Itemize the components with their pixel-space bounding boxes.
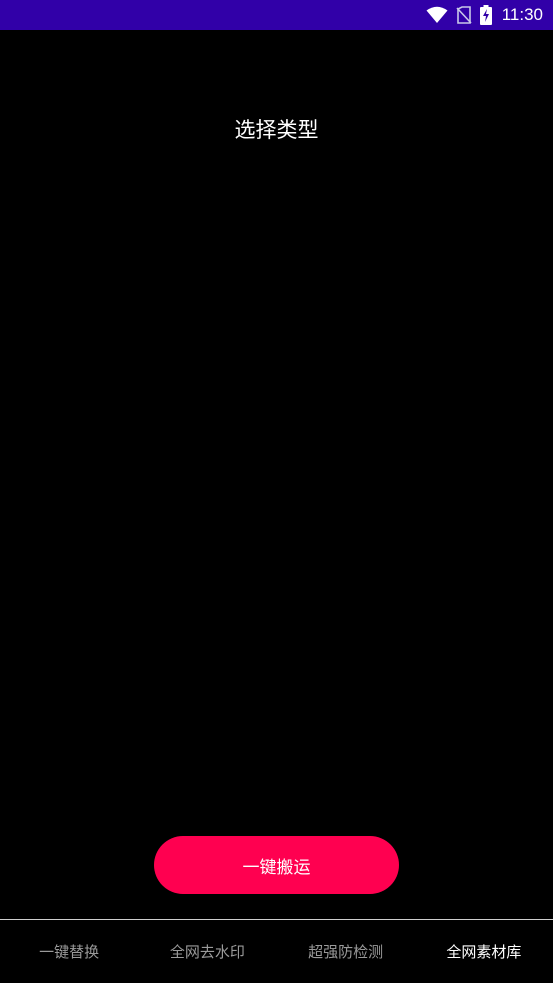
status-time: 11:30 bbox=[501, 5, 543, 24]
tab-one-click-replace[interactable]: 一键替换 bbox=[0, 920, 138, 983]
status-bar: 11:30 bbox=[0, 0, 553, 30]
wifi-icon bbox=[426, 6, 448, 23]
bottom-nav: 一键替换 全网去水印 超强防检测 全网素材库 bbox=[0, 920, 553, 983]
tab-material-library[interactable]: 全网素材库 bbox=[415, 920, 553, 983]
battery-charging-icon bbox=[479, 5, 492, 25]
tab-anti-detection[interactable]: 超强防检测 bbox=[277, 920, 415, 983]
page-title: 选择类型 bbox=[234, 118, 319, 142]
no-sim-icon bbox=[456, 6, 472, 24]
one-click-transfer-button[interactable]: 一键搬运 bbox=[154, 836, 399, 894]
tab-remove-watermark[interactable]: 全网去水印 bbox=[138, 920, 276, 983]
